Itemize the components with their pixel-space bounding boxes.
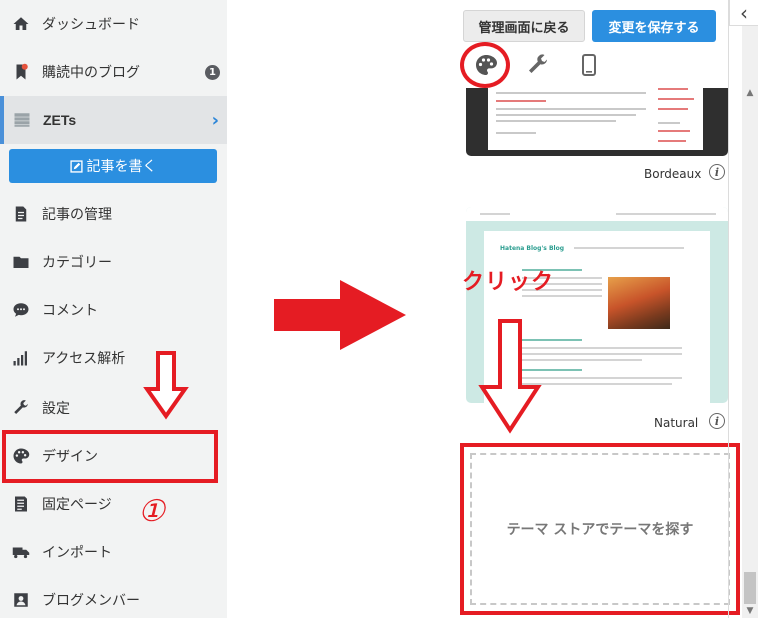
collapse-panel-button[interactable]: ‹ [729,0,758,26]
theme-name-natural: Natural [654,416,699,430]
scrollbar-thumb[interactable] [744,572,756,604]
smartphone-icon [582,54,596,76]
chevron-right-icon: › [211,109,219,131]
sidebar-item-label: カテゴリー [42,255,112,271]
panel-divider [728,0,729,618]
sidebar: ダッシュボード 購読中のブログ 1 ZETs › 記事を書く 記事の管理 カテゴ… [0,0,227,618]
save-changes-button[interactable]: 変更を保存する [592,10,716,42]
sidebar-item-label: アクセス解析 [42,351,126,367]
autumn-forest-image [608,277,670,329]
bar-chart-icon [11,348,31,368]
sidebar-item-subscribed-blogs[interactable]: 購読中のブログ 1 [0,48,227,96]
sidebar-item-article-management[interactable]: 記事の管理 [0,190,227,238]
tab-smartphone[interactable] [572,48,606,82]
chevron-left-icon: ‹ [740,0,748,25]
scroll-up-arrow-icon[interactable]: ▲ [742,88,758,102]
sidebar-item-blog-members[interactable]: ブログメンバー [0,576,227,618]
write-article-button[interactable]: 記事を書く [9,149,217,183]
sidebar-item-settings[interactable]: 設定 [0,384,227,432]
natural-thumbnail-title: Hatena Blog's Blog [500,245,565,252]
sidebar-item-import[interactable]: インポート [0,528,227,576]
sidebar-item-dashboard[interactable]: ダッシュボード [0,0,227,48]
comment-icon [11,300,31,320]
annotation-down-arrow-large [478,319,542,434]
write-article-label: 記事を書く [86,159,157,175]
theme-name-bordeaux: Bordeaux [644,167,702,181]
tab-customize[interactable] [521,48,555,82]
back-to-admin-button[interactable]: 管理画面に戻る [463,10,585,42]
sidebar-item-label: 固定ページ [42,497,112,513]
info-icon[interactable]: i [709,413,725,429]
sidebar-item-fixed-pages[interactable]: 固定ページ [0,480,227,528]
sidebar-item-label: 設定 [42,401,70,417]
sidebar-item-label: 記事の管理 [42,207,112,223]
home-icon [11,14,31,34]
theme-thumbnail-bordeaux[interactable] [466,88,728,156]
wrench-icon [11,398,31,418]
annotation-store-highlight-box: テーマ ストアでテーマを探す [460,443,740,615]
sidebar-item-label: 購読中のブログ [42,65,140,81]
sidebar-item-label: ZETs [43,112,77,128]
folder-icon [11,252,31,272]
sidebar-item-comments[interactable]: コメント [0,286,227,334]
scroll-down-arrow-icon[interactable]: ▼ [742,606,758,618]
unread-count-badge: 1 [205,64,220,80]
info-icon[interactable]: i [709,164,725,180]
sidebar-item-label: コメント [42,303,98,319]
sidebar-item-label: ブログメンバー [42,593,140,609]
sidebar-item-label: インポート [42,545,112,561]
page-icon [11,494,31,514]
sidebar-item-access-analytics[interactable]: アクセス解析 [0,334,227,382]
annotation-right-arrow [274,280,406,350]
bookmark-icon [11,62,31,82]
annotation-down-arrow-small [143,351,189,420]
annotation-palette-circle [460,42,510,88]
annotation-step-number: ① [138,494,165,529]
blog-thumbnail-icon [12,110,32,130]
truck-icon [11,542,31,562]
sidebar-item-categories[interactable]: カテゴリー [0,238,227,286]
edit-icon [69,159,83,173]
annotation-design-highlight-box [2,430,218,483]
find-theme-in-store-button[interactable]: テーマ ストアでテーマを探す [470,453,730,605]
wrench-icon [529,54,547,73]
member-icon [11,590,31,610]
sidebar-item-label: ダッシュボード [42,17,140,33]
document-icon [11,204,31,224]
annotation-click-text: クリック [462,270,555,295]
sidebar-item-blog-zets[interactable]: ZETs › [0,96,227,144]
panel-scrollbar[interactable]: ▲ ▼ [742,26,758,618]
